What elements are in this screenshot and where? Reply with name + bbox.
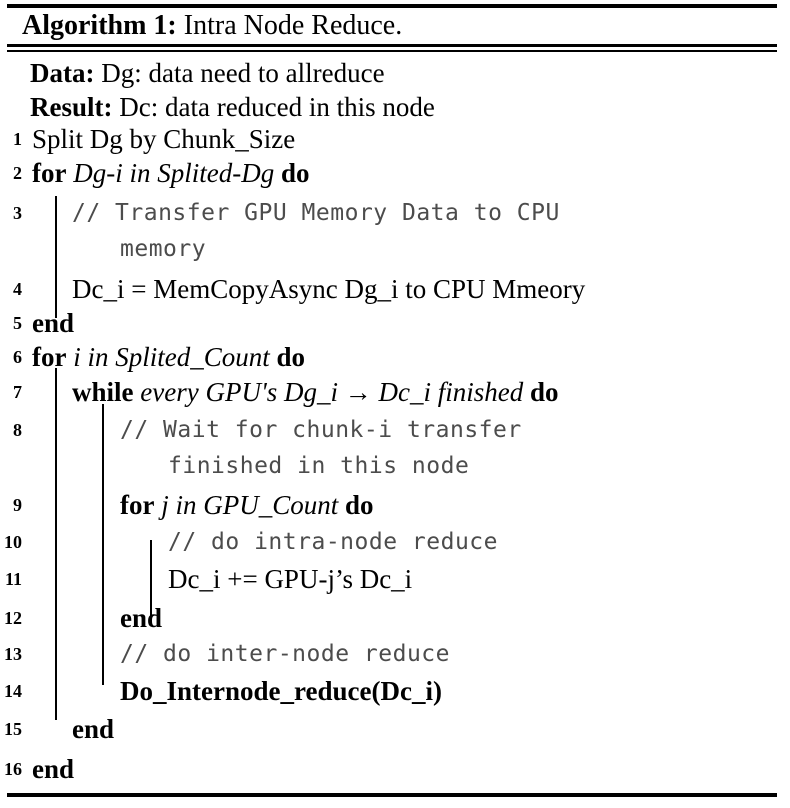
code-line: 2 for Dg-i in Splited-Dg do (0, 156, 790, 190)
data-label: Data: (30, 58, 95, 88)
line-content: for Dg-i in Splited-Dg do (32, 156, 310, 190)
data-value: Dg: data need to allreduce (101, 58, 385, 88)
line-content: for j in GPU_Count do (120, 488, 374, 522)
line-comment-continuation: finished in this node (168, 453, 470, 479)
code-line: 9 for j in GPU_Count do (0, 488, 790, 522)
keyword-end: end (120, 603, 163, 633)
line-content: for i in Splited_Count do (32, 340, 305, 374)
line-number: 16 (4, 759, 22, 779)
keyword-end: end (72, 714, 115, 744)
line-number: 4 (13, 279, 22, 299)
line-number: 6 (13, 347, 22, 367)
line-comment: // do intra-node reduce (168, 529, 498, 555)
line-content: Dc_i = MemCopyAsync Dg_i to CPU Mmeory (72, 274, 586, 304)
code-line: 16 end (0, 752, 790, 786)
line-number: 14 (4, 681, 22, 701)
code-line: 14 Do_Internode_reduce(Dc_i) (0, 674, 790, 708)
title-separator-thick (7, 44, 777, 47)
line-content: while every GPU's Dg_i → Dc_i finished d… (72, 375, 559, 409)
line-comment-continuation: memory (120, 236, 207, 262)
result-label: Result: (30, 92, 113, 122)
code-line: 5 end (0, 306, 790, 340)
keyword-for: for (120, 490, 155, 520)
code-line: 3 // Transfer GPU Memory Data to CPU (0, 196, 790, 230)
algorithm-title-name: Intra Node Reduce. (183, 10, 403, 41)
code-line: 11 Dc_i += GPU-j’s Dc_i (0, 562, 790, 596)
line-number: 5 (13, 313, 22, 333)
line-number: 2 (13, 163, 22, 183)
code-line: 7 while every GPU's Dg_i → Dc_i finished… (0, 375, 790, 409)
keyword-do: do (280, 158, 310, 188)
line-number: 7 (13, 382, 22, 402)
function-call: Do_Internode_reduce(Dc_i) (120, 676, 442, 706)
keyword-end: end (32, 308, 75, 338)
bottom-rule (7, 793, 777, 797)
code-line: 10 // do intra-node reduce (0, 525, 790, 559)
code-line: 8 // Wait for chunk-i transfer (0, 413, 790, 447)
algorithm-block: Algorithm 1: Intra Node Reduce. Data: Dg… (0, 0, 790, 808)
code-line: 4 Dc_i = MemCopyAsync Dg_i to CPU Mmeory (0, 272, 790, 306)
line-number: 13 (4, 644, 22, 664)
line-comment: // Wait for chunk-i transfer (120, 417, 522, 443)
result-line: Result: Dc: data reduced in this node (30, 91, 435, 123)
loop-variable: Dg-i in Splited-Dg (73, 158, 275, 188)
data-line: Data: Dg: data need to allreduce (30, 57, 385, 89)
line-number: 8 (13, 420, 22, 440)
line-number: 12 (4, 608, 22, 628)
code-line: 1 Split Dg by Chunk_Size (0, 122, 790, 156)
keyword-for: for (32, 342, 67, 372)
line-number: 1 (13, 129, 22, 149)
keyword-do: do (529, 377, 559, 407)
keyword-end: end (32, 754, 75, 784)
line-number: 10 (4, 532, 22, 552)
algorithm-title-keyword: Algorithm 1: (22, 10, 177, 41)
line-number: 9 (13, 495, 22, 515)
line-content: Dc_i += GPU-j’s Dc_i (168, 564, 413, 594)
top-rule (7, 4, 777, 8)
keyword-for: for (32, 158, 67, 188)
line-comment: // do inter-node reduce (120, 641, 450, 667)
title-separator-thin (7, 50, 777, 52)
result-value: Dc: data reduced in this node (119, 92, 435, 122)
line-number: 11 (4, 569, 22, 589)
code-line: 12 end (0, 601, 790, 635)
loop-variable: j in GPU_Count (161, 490, 339, 520)
line-content: Split Dg by Chunk_Size (32, 124, 296, 154)
keyword-do: do (345, 490, 374, 520)
line-number: 3 (13, 203, 22, 223)
line-comment: // Transfer GPU Memory Data to CPU (72, 200, 560, 226)
line-number: 15 (4, 719, 22, 739)
keyword-while: while (72, 377, 134, 407)
code-line: 15 end (0, 712, 790, 746)
code-line: 13 // do inter-node reduce (0, 637, 790, 671)
keyword-do: do (276, 342, 306, 372)
code-line: 6 for i in Splited_Count do (0, 340, 790, 374)
loop-condition: every GPU's Dg_i → Dc_i finished (140, 377, 524, 407)
loop-variable: i in Splited_Count (73, 342, 270, 372)
algorithm-title: Algorithm 1: Intra Node Reduce. (22, 9, 402, 43)
